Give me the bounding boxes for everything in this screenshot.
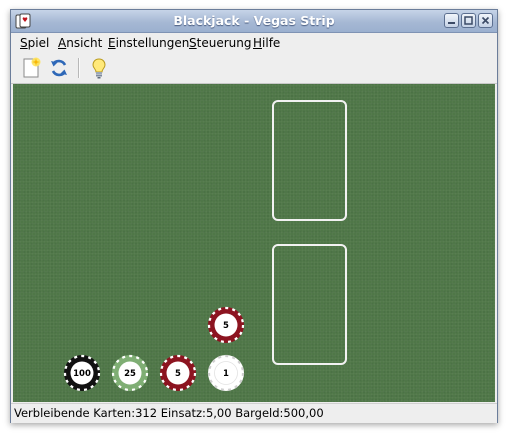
stake-value: 5,00 [205,406,232,420]
chip-25-label: 25 [124,369,136,379]
dealer-card-slot[interactable] [272,100,347,221]
menu-bar: Spiel Ansicht Einstellungen Steuerung Hi… [11,33,497,53]
card-table[interactable]: 100 25 5 1 5 [13,84,495,402]
menu-spiel[interactable]: Spiel [20,36,49,50]
menu-spiel-label: piel [27,36,50,50]
chip-100[interactable]: 100 [63,354,101,392]
minimize-icon [448,22,455,24]
maximize-button[interactable] [461,13,476,28]
cash-value: 500,00 [283,406,324,420]
menu-steuerung[interactable]: Steuerung [189,36,251,50]
window-title: Blackjack - Vegas Strip [173,13,335,28]
maximize-icon [464,16,473,25]
player-card-slot[interactable] [272,244,347,365]
chip-5[interactable]: 5 [159,354,197,392]
menu-einstellungen-mnemonic: E [108,36,116,50]
cards-remaining-label: Verbleibende Karten: [14,406,136,420]
status-bar: Verbleibende Karten:312 Einsatz:5,00 Bar… [11,403,497,423]
menu-ansicht[interactable]: Ansicht [58,36,102,50]
menu-ansicht-label: nsicht [66,36,103,50]
menu-einstellungen-label: instellungen [115,36,190,50]
chip-1[interactable]: 1 [207,354,245,392]
menu-hilfe-label: ilfe [262,36,281,50]
menu-hilfe-mnemonic: H [253,36,263,50]
blackjack-window: Blackjack - Vegas Strip Spiel Ansicht Ei… [10,9,498,423]
cash-label: Bargeld: [235,406,284,420]
menu-einstellungen[interactable]: Einstellungen [108,36,189,50]
menu-spiel-mnemonic: S [20,36,28,50]
status-text: Verbleibende Karten:312 Einsatz:5,00 Bar… [14,406,324,420]
bet-chip-5-label: 5 [223,321,229,331]
menu-ansicht-mnemonic: A [58,36,67,50]
chip-25[interactable]: 25 [111,354,149,392]
hint-lightbulb-icon[interactable] [88,57,110,79]
chip-5-label: 5 [175,369,181,379]
close-button[interactable] [478,13,493,28]
chip-100-label: 100 [73,369,91,379]
menu-steuerung-mnemonic: S [189,36,197,50]
menu-steuerung-label: teuerung [196,36,252,50]
chip-1-label: 1 [223,369,229,379]
toolbar-separator [78,58,80,78]
toolbar [11,53,497,84]
stake-label: Einsatz: [160,406,206,420]
close-icon [481,16,490,25]
new-game-icon[interactable] [20,57,42,79]
cards-remaining-value: 312 [135,406,158,420]
bet-chip-5[interactable]: 5 [207,306,245,344]
minimize-button[interactable] [444,13,459,28]
title-bar[interactable]: Blackjack - Vegas Strip [11,10,497,33]
menu-hilfe[interactable]: Hilfe [253,36,280,50]
restart-icon[interactable] [48,57,70,79]
